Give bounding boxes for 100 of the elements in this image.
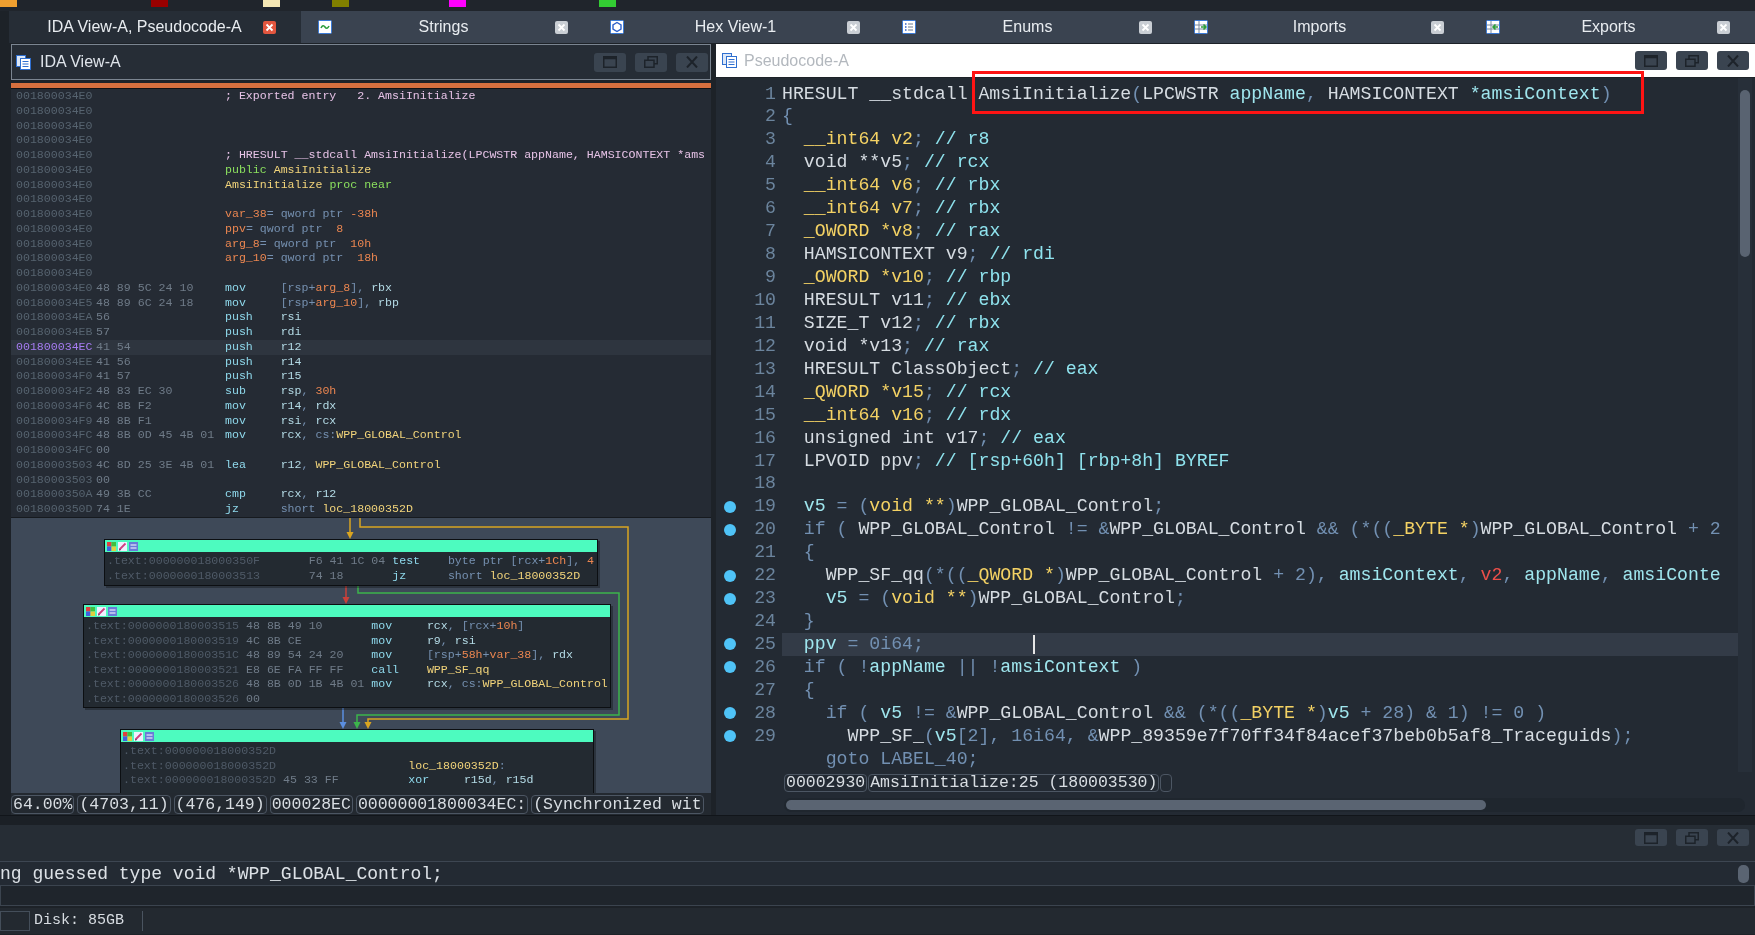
maximize-button[interactable] <box>594 52 626 72</box>
close-icon[interactable] <box>1139 20 1152 34</box>
close-icon[interactable] <box>555 20 568 34</box>
tab[interactable]: Exports <box>1469 11 1755 43</box>
line-number: 12 <box>754 335 776 356</box>
line-number: 27 <box>754 679 776 700</box>
code-line: if ( v5 != &WPP_GLOBAL_Control && (*((_BYTE *)v5 + 28) & 1) != 0 ) <box>824 702 1547 723</box>
scrollbar-thumb[interactable] <box>786 800 1486 810</box>
line-number: 13 <box>754 358 776 379</box>
line-number: 22 <box>754 565 776 586</box>
close-icon[interactable] <box>1431 20 1444 34</box>
line-address: 001800034E0 <box>16 251 93 266</box>
code-text: public AmsiInitialize <box>225 162 372 178</box>
code-line: { <box>802 542 815 563</box>
line-bytes: 41 54 <box>96 339 131 355</box>
line-address: 001800034E0 <box>16 148 93 163</box>
restore-button[interactable] <box>1676 829 1708 846</box>
close-button[interactable] <box>1717 51 1749 70</box>
dot-icon[interactable] <box>724 500 736 513</box>
code-line: LPVOID ppv; // [rsp+60h] [rbp+8h] BYREF <box>802 450 1230 471</box>
line-number: 15 <box>754 404 776 425</box>
line-bytes: 48 8B 49 10 <box>246 619 323 634</box>
line-address: 001800034E0 <box>16 118 93 134</box>
dot-icon[interactable] <box>724 523 736 536</box>
code-text: mov r9, rsi <box>371 633 476 649</box>
status-field: AmsiInitialize:25 (180003530) <box>868 774 1160 792</box>
command-input[interactable] <box>0 885 1755 906</box>
code-line: HAMSICONTEXT v9; // rdi <box>802 244 1055 265</box>
line-address: 001800034E0 <box>16 177 93 193</box>
code-text: mov [rsp+arg_8], rbx <box>225 280 392 296</box>
code-text: sub rsp, 30h <box>225 384 337 399</box>
text-box-icon <box>129 541 138 551</box>
line-number: 16 <box>754 427 776 448</box>
dot-icon[interactable] <box>724 661 736 674</box>
code-text: mov rcx, cs:WPP_GLOBAL_Control <box>371 677 608 692</box>
code-text: mov [rsp+arg_10], rbp <box>225 295 399 311</box>
line-number: 19 <box>754 496 776 517</box>
line-address: 001800034EA <box>16 310 93 325</box>
line-number: 6 <box>765 198 776 219</box>
close-icon[interactable] <box>263 20 276 34</box>
scrollbar-thumb[interactable] <box>1738 864 1749 883</box>
status-field: 000028EC <box>269 794 353 814</box>
close-icon <box>1726 54 1740 67</box>
line-address: 001800034E0 <box>16 103 93 119</box>
line-number: 26 <box>754 656 776 677</box>
line-bytes: E8 6E FA FF FF <box>246 662 344 678</box>
line-bytes: 4C 8D 25 3E 4B 01 <box>96 457 215 473</box>
line-address: 0018000350A <box>16 487 93 502</box>
tab[interactable]: Strings <box>301 11 593 43</box>
scrollbar-thumb[interactable] <box>1740 90 1750 257</box>
restore-icon <box>1685 831 1699 844</box>
code-text: mov [rsp+58h+var_38], rdx <box>371 648 574 663</box>
line-address: 001800034E0 <box>16 133 93 148</box>
restore-button[interactable] <box>1676 51 1708 70</box>
tab[interactable]: Enums <box>885 11 1177 43</box>
output-text: ng guessed type void *WPP_GLOBAL_Control; <box>0 863 443 884</box>
code-text: ppv= qword ptr 8 <box>225 221 344 237</box>
code-text: push rdi <box>225 325 302 340</box>
code-text: arg_10= qword ptr 18h <box>225 251 379 266</box>
line-bytes: 48 89 54 24 20 <box>246 648 344 663</box>
line-bytes: 48 8B 0D 45 4B 01 <box>96 428 215 443</box>
line-number: 1 <box>765 83 776 104</box>
text-box-icon <box>108 606 117 616</box>
line-number: 4 <box>765 152 776 173</box>
line-bytes: 48 89 5C 24 10 <box>96 280 194 296</box>
status-field <box>1160 774 1173 792</box>
code-text: AmsiInitialize proc near <box>225 177 392 193</box>
dot-icon[interactable] <box>724 569 736 582</box>
close-icon <box>685 56 699 68</box>
tab[interactable]: Imports <box>1177 11 1469 43</box>
line-number: 21 <box>754 542 776 563</box>
scrollbar[interactable] <box>784 798 1745 812</box>
close-icon[interactable] <box>1717 20 1730 34</box>
close-button[interactable] <box>1717 829 1749 846</box>
line-number: 17 <box>754 450 776 471</box>
code-text: push rsi <box>225 310 302 325</box>
close-button[interactable] <box>676 52 708 72</box>
tab[interactable]: Hex View-1 <box>593 11 885 43</box>
line-number: 20 <box>754 519 776 540</box>
line-address: 001800034E0 <box>16 162 93 178</box>
maximize-icon <box>603 56 617 68</box>
dot-icon[interactable] <box>724 638 736 651</box>
code-line: HRESULT __stdcall AmsiInitialize(LPCWSTR appName, HAMSICONTEXT *amsiContext) <box>782 83 1612 104</box>
dot-icon[interactable] <box>724 707 736 720</box>
code-text: ; HRESULT __stdcall AmsiInitialize(LPCWSTR appName, HAMSICONTEXT *ams <box>225 148 706 163</box>
color-grid-icon <box>123 731 132 741</box>
graph-edge <box>342 585 350 604</box>
maximize-button[interactable] <box>1635 829 1667 846</box>
restore-button[interactable] <box>635 52 667 72</box>
dot-icon[interactable] <box>724 730 736 743</box>
close-icon[interactable] <box>847 20 860 34</box>
code-line: if ( !appName || !amsiContext ) <box>802 656 1143 677</box>
tab[interactable]: IDA View-A, Pseudocode-A <box>9 11 301 43</box>
code-line: _QWORD *v15; // rcx <box>802 381 1012 402</box>
dot-icon[interactable] <box>724 592 736 605</box>
line-bytes: 56 <box>96 310 110 325</box>
code-line: v5 = (void **)WPP_GLOBAL_Control; <box>802 496 1165 517</box>
maximize-button[interactable] <box>1635 51 1667 70</box>
scrollbar[interactable] <box>1738 78 1752 772</box>
code-line: void *v13; // rax <box>802 335 990 356</box>
